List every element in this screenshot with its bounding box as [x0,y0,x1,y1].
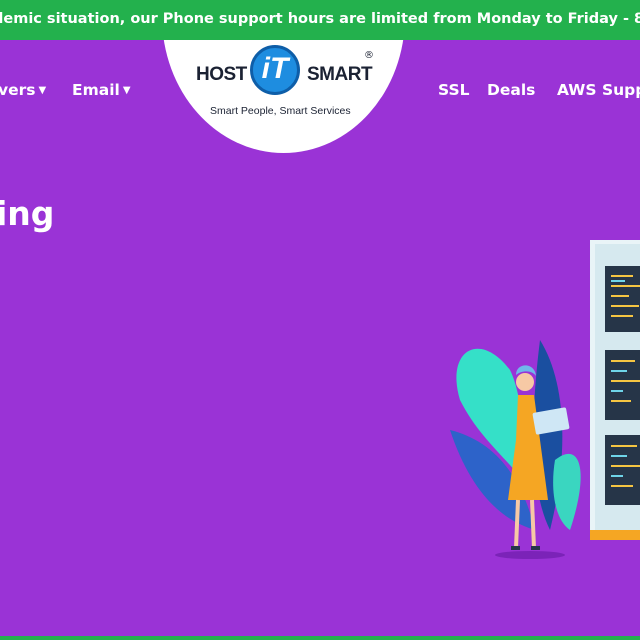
logo-it-badge: iT [250,45,300,95]
announcement-text: demic situation, our Phone support hours… [0,11,640,27]
nav-item-label: SSL [438,81,470,99]
bottom-accent-line [0,636,640,640]
nav-item-label: vers [0,81,36,99]
chevron-down-icon: ▼ [38,85,47,96]
logo-smart-text: SMART [307,64,373,85]
nav-item-label: Email [72,81,120,99]
server-rack-graphic [590,240,640,540]
hero-title: ing [0,194,55,233]
nav-item-label: AWS Supp [557,81,640,99]
nav-item-label: Deals [487,81,536,99]
chevron-down-icon: ▼ [122,85,131,96]
nav-item-servers[interactable]: vers ▼ [0,81,46,99]
registered-mark: ® [364,50,374,61]
nav-item-ssl[interactable]: SSL [438,81,470,99]
plant-leaves-graphic [450,340,581,530]
nav-item-aws-support[interactable]: AWS Supp [557,81,640,99]
nav-item-deals[interactable]: Deals [487,81,535,99]
nav-item-email[interactable]: Email ▼ [72,81,131,99]
brand-logo[interactable]: HOST iT SMART ® Smart People, Smart Serv… [194,44,384,122]
announcement-bar: demic situation, our Phone support hours… [0,0,640,40]
logo-host-text: HOST [196,64,247,85]
logo-tagline: Smart People, Smart Services [210,105,351,117]
server-woman-illustration [450,240,640,559]
